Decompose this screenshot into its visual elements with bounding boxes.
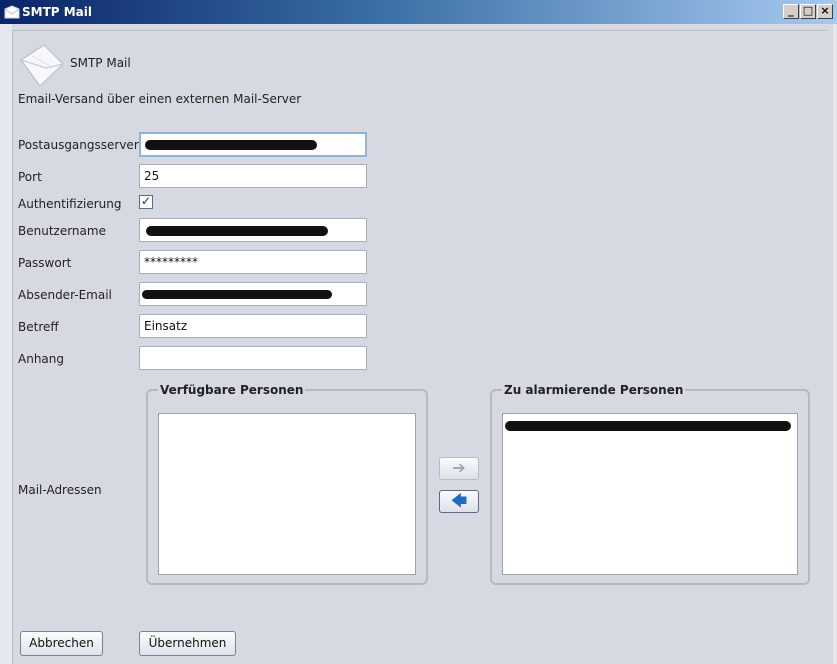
attachment-label: Anhang bbox=[18, 352, 64, 366]
envelope-icon bbox=[4, 5, 20, 19]
arrow-left-icon: 🡄 bbox=[450, 491, 468, 510]
alarm-persons-list[interactable] bbox=[502, 413, 798, 575]
available-persons-panel: Verfügbare Personen bbox=[146, 383, 428, 585]
window-border-right bbox=[833, 24, 837, 664]
apply-button[interactable]: Übernehmen bbox=[139, 631, 236, 656]
password-label: Passwort bbox=[18, 256, 72, 270]
remove-person-arrow-button[interactable]: 🡄 bbox=[439, 490, 479, 513]
close-button[interactable]: × bbox=[817, 4, 833, 19]
minimize-button[interactable]: _ bbox=[783, 4, 799, 19]
arrow-right-icon: ➔ bbox=[452, 458, 466, 477]
envelope-icon bbox=[20, 44, 64, 87]
redacted-text bbox=[505, 421, 791, 431]
available-persons-title: Verfügbare Personen bbox=[158, 383, 306, 397]
alarm-persons-title: Zu alarmierende Personen bbox=[502, 383, 686, 397]
maximize-button[interactable]: □ bbox=[800, 4, 816, 19]
attachment-input[interactable] bbox=[139, 346, 367, 370]
window-border-left bbox=[0, 24, 12, 664]
password-input[interactable]: ********* bbox=[139, 250, 367, 274]
port-label: Port bbox=[18, 170, 42, 184]
title-bar[interactable]: SMTP Mail _ □ × bbox=[0, 0, 837, 24]
redacted-text bbox=[142, 290, 332, 299]
subject-input[interactable]: Einsatz bbox=[139, 314, 367, 338]
alarm-persons-panel: Zu alarmierende Personen bbox=[490, 383, 810, 585]
server-input[interactable] bbox=[139, 132, 367, 157]
username-label: Benutzername bbox=[18, 224, 106, 238]
cancel-button[interactable]: Abbrechen bbox=[20, 631, 103, 656]
mail-addresses-label: Mail-Adressen bbox=[18, 483, 102, 497]
username-input[interactable] bbox=[139, 218, 367, 242]
port-input[interactable]: 25 bbox=[139, 164, 367, 188]
subject-label: Betreff bbox=[18, 320, 59, 334]
server-label: Postausgangsserver bbox=[18, 138, 139, 152]
sender-email-input[interactable] bbox=[139, 282, 367, 306]
redacted-text bbox=[145, 140, 317, 150]
list-item[interactable] bbox=[505, 418, 795, 434]
add-person-arrow-button[interactable]: ➔ bbox=[439, 457, 479, 480]
window-title: SMTP Mail bbox=[22, 5, 93, 19]
smtp-mail-window: SMTP Mail _ □ × SMTP Mail Email-Versand … bbox=[0, 0, 837, 664]
available-persons-list[interactable] bbox=[158, 413, 416, 575]
header-title: SMTP Mail bbox=[70, 56, 131, 70]
header-description: Email-Versand über einen externen Mail-S… bbox=[18, 92, 302, 106]
auth-label: Authentifizierung bbox=[18, 197, 122, 211]
redacted-text bbox=[146, 226, 328, 236]
sender-email-label: Absender-Email bbox=[18, 288, 112, 302]
auth-checkbox[interactable]: ✓ bbox=[139, 195, 153, 209]
